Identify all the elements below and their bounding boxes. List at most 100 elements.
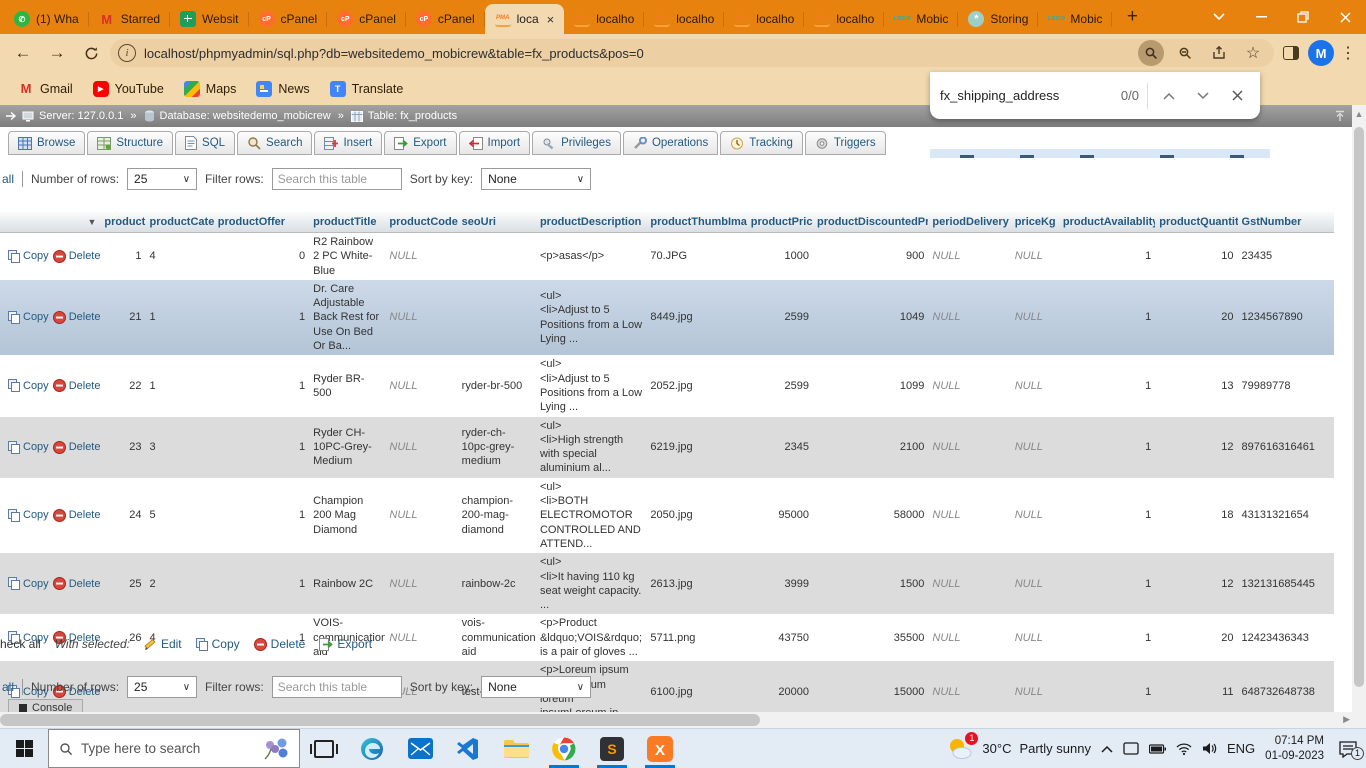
cell-seo[interactable]: ryder-br-500 bbox=[458, 355, 536, 416]
cell-offer[interactable]: 1 bbox=[214, 553, 309, 614]
cell-qty[interactable]: 20 bbox=[1155, 280, 1237, 355]
cell-seo[interactable]: ryder-ch-10pc-grey-medium bbox=[458, 417, 536, 478]
cell-title[interactable]: Rainbow 2C bbox=[309, 553, 385, 614]
scroll-to-top-icon[interactable] bbox=[1334, 110, 1346, 122]
browser-tab-1[interactable]: MStarred bbox=[89, 4, 170, 34]
cell-code[interactable]: NULL bbox=[385, 614, 457, 661]
browser-tab-10[interactable]: PMAlocalho bbox=[804, 4, 884, 34]
browser-tab-2[interactable]: Websit bbox=[170, 4, 248, 34]
cell-offer[interactable]: 1 bbox=[214, 355, 309, 416]
cell-offer[interactable]: 0 bbox=[214, 233, 309, 280]
cell-title[interactable]: R2 Rainbow 2 PC White-Blue bbox=[309, 233, 385, 280]
cell-price_kg[interactable]: NULL bbox=[1011, 233, 1059, 280]
cell-period[interactable]: NULL bbox=[928, 280, 1010, 355]
cell-desc[interactable]: <ul> <li>Adjust to 5 Positions from a Lo… bbox=[536, 280, 646, 355]
column-header-periodDelivery[interactable]: periodDelivery bbox=[928, 212, 1010, 233]
column-header-productThumbImage[interactable]: productThumbImage bbox=[646, 212, 746, 233]
cell-id[interactable]: 24 bbox=[100, 478, 145, 553]
bookmark-news[interactable]: News bbox=[248, 77, 317, 101]
bookmark-youtube[interactable]: ▶YouTube bbox=[85, 77, 172, 101]
horizontal-scrollbar-thumb[interactable] bbox=[0, 714, 760, 726]
forward-icon[interactable]: → bbox=[42, 38, 72, 68]
browser-tab-11[interactable]: LOGOMobic bbox=[884, 4, 958, 34]
cell-img[interactable]: 2050.jpg bbox=[646, 478, 746, 553]
cell-discounted[interactable]: 58000 bbox=[813, 478, 928, 553]
cell-title[interactable]: Ryder BR-500 bbox=[309, 355, 385, 416]
pma-tab-browse[interactable]: Browse bbox=[8, 131, 85, 155]
close-button[interactable] bbox=[1324, 0, 1366, 34]
bookmark-maps[interactable]: Maps bbox=[176, 77, 245, 101]
cell-gst[interactable]: 897616316461 bbox=[1238, 417, 1334, 478]
cell-price[interactable]: 2599 bbox=[747, 355, 813, 416]
cell-price[interactable]: 43750 bbox=[747, 614, 813, 661]
cell-avail[interactable]: 1 bbox=[1059, 280, 1155, 355]
new-tab-button[interactable]: + bbox=[1118, 3, 1146, 31]
cell-qty[interactable]: 12 bbox=[1155, 553, 1237, 614]
column-header-productDescription[interactable]: productDescription bbox=[536, 212, 646, 233]
sort-by-key-select[interactable]: None∨ bbox=[481, 676, 591, 698]
cell-avail[interactable]: 1 bbox=[1059, 233, 1155, 280]
cell-discounted[interactable]: 1500 bbox=[813, 553, 928, 614]
tablet-mode-icon[interactable] bbox=[1123, 742, 1139, 755]
tab-close-icon[interactable]: × bbox=[547, 12, 555, 27]
address-bar[interactable]: i localhost/phpmyadmin/sql.php?db=websit… bbox=[110, 39, 1274, 67]
find-close-icon[interactable] bbox=[1224, 83, 1250, 109]
taskbar-app-sublime[interactable]: S bbox=[588, 729, 636, 768]
cell-avail[interactable]: 1 bbox=[1059, 478, 1155, 553]
browser-tab-7[interactable]: PMAlocalho bbox=[564, 4, 644, 34]
cell-gst[interactable]: 79989778 bbox=[1238, 355, 1334, 416]
cell-code[interactable]: NULL bbox=[385, 280, 457, 355]
row-copy-link[interactable]: Copy bbox=[8, 577, 49, 591]
cell-title[interactable]: Ryder CH-10PC-Grey-Medium bbox=[309, 417, 385, 478]
row-copy-link[interactable]: Copy bbox=[8, 440, 49, 454]
pma-tab-search[interactable]: Search bbox=[237, 131, 312, 155]
cell-avail[interactable]: 1 bbox=[1059, 614, 1155, 661]
column-header-priceKg[interactable]: priceKg bbox=[1011, 212, 1059, 233]
cell-price[interactable]: 2599 bbox=[747, 280, 813, 355]
cell-gst[interactable]: 132131685445 bbox=[1238, 553, 1334, 614]
breadcrumb-table[interactable]: Table: fx_products bbox=[368, 110, 457, 122]
back-icon[interactable]: ← bbox=[8, 38, 38, 68]
cell-title[interactable]: Dr. Care Adjustable Back Rest for Use On… bbox=[309, 280, 385, 355]
browser-tab-12[interactable]: *Storing bbox=[958, 4, 1038, 34]
table-row[interactable]: CopyDelete140R2 Rainbow 2 PC White-BlueN… bbox=[0, 233, 1334, 280]
cell-code[interactable]: NULL bbox=[385, 478, 457, 553]
language-indicator[interactable]: ENG bbox=[1227, 741, 1255, 756]
browser-menu-icon[interactable]: ⋮ bbox=[1338, 43, 1358, 63]
cell-code[interactable]: NULL bbox=[385, 355, 457, 416]
breadcrumb-database[interactable]: Database: websitedemo_mobicrew bbox=[160, 110, 331, 122]
cell-period[interactable]: NULL bbox=[928, 553, 1010, 614]
cell-price_kg[interactable]: NULL bbox=[1011, 614, 1059, 661]
cell-code[interactable]: NULL bbox=[385, 553, 457, 614]
task-view-button[interactable] bbox=[300, 729, 348, 768]
column-header-productAvailablity[interactable]: productAvailablity bbox=[1059, 212, 1155, 233]
sort-options-icon[interactable]: ▼ bbox=[87, 217, 96, 227]
tab-search-chevron-icon[interactable] bbox=[1198, 0, 1240, 34]
pma-tab-structure[interactable]: Structure bbox=[87, 131, 173, 155]
cell-desc[interactable]: <ul> <li>High strength with special alum… bbox=[536, 417, 646, 478]
cell-id[interactable]: 21 bbox=[100, 280, 145, 355]
cell-id[interactable]: 22 bbox=[100, 355, 145, 416]
breadcrumb-server[interactable]: Server: 127.0.0.1 bbox=[39, 110, 123, 122]
cell-id[interactable]: 25 bbox=[100, 553, 145, 614]
find-input[interactable] bbox=[940, 88, 1113, 103]
pma-tab-tracking[interactable]: Tracking bbox=[720, 131, 803, 155]
taskbar-app-xampp[interactable]: X bbox=[636, 729, 684, 768]
cell-img[interactable]: 8449.jpg bbox=[646, 280, 746, 355]
tray-expand-icon[interactable] bbox=[1101, 745, 1113, 753]
cell-price_kg[interactable]: NULL bbox=[1011, 553, 1059, 614]
bookmark-gmail[interactable]: MGmail bbox=[10, 77, 81, 101]
pma-tab-export[interactable]: Export bbox=[384, 131, 456, 155]
cell-discounted[interactable]: 1049 bbox=[813, 280, 928, 355]
profile-avatar[interactable]: M bbox=[1308, 40, 1334, 66]
cell-qty[interactable]: 18 bbox=[1155, 478, 1237, 553]
row-delete-link[interactable]: Delete bbox=[53, 249, 101, 263]
taskbar-app-mail[interactable] bbox=[396, 729, 444, 768]
pma-tab-sql[interactable]: SQL bbox=[175, 131, 235, 155]
clock[interactable]: 07:14 PM 01-09-2023 bbox=[1265, 734, 1324, 763]
site-info-icon[interactable]: i bbox=[118, 44, 136, 62]
table-row[interactable]: CopyDelete2521Rainbow 2CNULLrainbow-2c<u… bbox=[0, 553, 1334, 614]
row-delete-link[interactable]: Delete bbox=[53, 379, 101, 393]
row-copy-link[interactable]: Copy bbox=[8, 508, 49, 522]
cell-img[interactable]: 5711.png bbox=[646, 614, 746, 661]
